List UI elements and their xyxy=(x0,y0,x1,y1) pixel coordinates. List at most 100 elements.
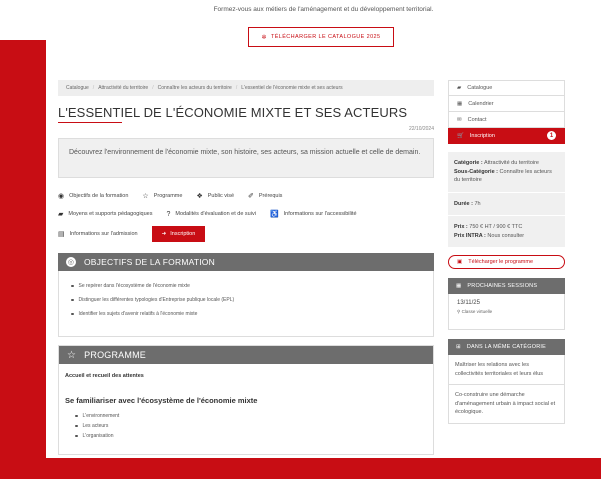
wheelchair-icon: ♿ xyxy=(269,211,279,218)
programme-item: Les acteurs xyxy=(82,423,109,429)
location-icon: ⚲ xyxy=(457,309,461,314)
duree-value: 7h xyxy=(474,200,481,207)
target-icon: ◉ xyxy=(58,193,65,200)
nav-label: Public visé xyxy=(207,193,235,199)
star-icon: ☆ xyxy=(142,193,149,200)
objectif-text: Distinguer les différentes typologies d'… xyxy=(78,297,235,303)
programme-item: L'organisation xyxy=(82,433,114,439)
same-category-list: Maîtriser les relations avec les collect… xyxy=(448,355,565,424)
nav-label: Moyens et supports pédagogiques xyxy=(68,211,153,217)
prix-value: 750 € HT / 900 € TTC xyxy=(469,224,523,230)
objectifs-section: ◎ OBJECTIFS DE LA FORMATION Se repérer d… xyxy=(58,253,434,337)
nav-label: Informations sur l'admission xyxy=(69,231,138,237)
objectif-text: Identifier les sujets d'avenir relatifs … xyxy=(78,311,198,317)
breadcrumb-item[interactable]: Catalogue xyxy=(66,85,89,91)
inscription-label: Inscription xyxy=(170,231,196,237)
title-underline xyxy=(58,122,122,123)
nav-label: Objectifs de la formation xyxy=(69,193,129,199)
sidebar-item-label: Inscription xyxy=(469,132,495,139)
plus-square-icon: ⊞ xyxy=(456,344,461,350)
sidebar-item-label: Calendrier xyxy=(468,100,494,107)
nav-public[interactable]: ❖ Public visé xyxy=(196,192,234,200)
sidebar-item-inscription[interactable]: 🛒 Inscription 1 xyxy=(448,128,565,144)
programme-header: ☆ PROGRAMME xyxy=(59,346,433,364)
objectifs-body: Se repérer dans l'écosystème de l'économ… xyxy=(58,271,434,337)
red-frame-left xyxy=(0,40,46,460)
programme-section: ☆ PROGRAMME Accueil et recueil des atten… xyxy=(58,345,434,455)
nav-label: Modalités d'évaluation et de suivi xyxy=(175,211,256,217)
page-title: L'ESSENTIEL DE L'ÉCONOMIE MIXTE ET SES A… xyxy=(58,105,408,120)
breadcrumb-item[interactable]: Attractivité du territoire xyxy=(98,85,148,91)
categorie-label: Catégorie : xyxy=(454,160,483,166)
list-item[interactable]: Co-construire une démarche d'aménagement… xyxy=(449,385,564,423)
mail-icon: ✉ xyxy=(457,116,462,123)
book-icon: ▰ xyxy=(58,211,64,218)
nav-label: Informations sur l'accessibilité xyxy=(283,211,357,217)
cart-icon: 🛒 xyxy=(457,132,464,139)
objectif-text: Se repérer dans l'écosystème de l'économ… xyxy=(78,283,190,289)
same-category-header: ⊞ DANS LA MÊME CATÉGORIE xyxy=(448,339,565,355)
nav-programme[interactable]: ☆ Programme xyxy=(142,192,182,200)
cart-count-badge: 1 xyxy=(547,131,556,140)
nav-moyens[interactable]: ▰ Moyens et supports pédagogiques xyxy=(58,210,152,218)
souscategorie-label: Sous-Catégorie : xyxy=(454,168,499,175)
session-date: 13/11/25 xyxy=(457,300,480,306)
red-frame-bottom xyxy=(0,458,601,479)
sidebar: ▰ Catalogue ▦ Calendrier ✉ Contact 🛒 Inscrip… xyxy=(448,80,565,424)
star-icon: ☆ xyxy=(67,349,77,361)
pencil-icon: ✐ xyxy=(248,193,254,200)
nav-objectifs[interactable]: ◉ Objectifs de la formation xyxy=(58,192,128,200)
list-item: L'organisation xyxy=(75,431,427,441)
nav-prerequis[interactable]: ✐ Prérequis xyxy=(248,192,282,200)
prix-intra-label: Prix INTRA : xyxy=(454,232,486,239)
sidebar-item-catalogue[interactable]: ▰ Catalogue xyxy=(448,80,565,96)
breadcrumb-current: L'essentiel de l'économie mixte et ses a… xyxy=(241,85,343,91)
sidebar-item-label: Catalogue xyxy=(467,85,493,91)
programme-heading: Se familiariser avec l'écosystème de l'é… xyxy=(65,396,258,405)
breadcrumb-item[interactable]: Connaître les acteurs du territoire xyxy=(158,85,232,91)
list-item[interactable]: Maîtriser les relations avec les collect… xyxy=(449,355,564,385)
inscription-button[interactable]: ➜ Inscription xyxy=(151,226,206,242)
book-icon: ▰ xyxy=(457,85,462,91)
objectifs-title: OBJECTIFS DE LA FORMATION xyxy=(84,257,215,267)
download-programme-label: Télécharger le programme xyxy=(468,259,534,265)
download-catalogue-label: TÉLÉCHARGER LE CATALOGUE 2025 xyxy=(270,34,381,40)
list-item: Identifier les sujets d'avenir relatifs … xyxy=(71,307,421,321)
list-item: Se repérer dans l'écosystème de l'économ… xyxy=(71,279,421,293)
sign-in-icon: ➜ xyxy=(161,231,167,237)
list-item: L'environnement xyxy=(75,411,427,421)
nav-label: Prérequis xyxy=(258,193,283,199)
download-programme-button[interactable]: ▣ Télécharger le programme xyxy=(448,255,565,269)
intro-text: Découvrez l'environnement de l'économie … xyxy=(58,138,434,178)
sidebar-item-calendrier[interactable]: ▦ Calendrier xyxy=(448,96,565,112)
session-place: Classe virtuelle xyxy=(461,309,493,314)
list-item: Distinguer les différentes typologies d'… xyxy=(71,293,421,307)
nav-label: Programme xyxy=(153,193,183,199)
gear-icon: ✲ xyxy=(261,34,267,41)
programme-title: PROGRAMME xyxy=(84,350,146,360)
prix-label: Prix : xyxy=(454,224,468,230)
sessions-header: ▦ PROCHAINES SESSIONS xyxy=(448,278,565,294)
calendar-icon: ▦ xyxy=(456,283,462,289)
programme-item: L'environnement xyxy=(82,413,120,419)
breadcrumb: Catalogue / Attractivité du territoire / C… xyxy=(58,80,434,96)
publish-date: 22/10/2024 xyxy=(408,126,434,132)
list-item: Les acteurs xyxy=(75,421,427,431)
promo-text: Formez-vous aux métiers de l'aménagement… xyxy=(213,6,434,13)
nav-admission[interactable]: ▤ Informations sur l'admission xyxy=(58,230,138,238)
nav-accessibilite[interactable]: ♿ Informations sur l'accessibilité xyxy=(270,210,357,218)
section-nav: ◉ Objectifs de la formation ☆ Programme ❖ P… xyxy=(58,187,434,245)
prix-intra-value: Nous consulter xyxy=(487,232,525,239)
session-item[interactable]: 13/11/25 ⚲ Classe virtuelle xyxy=(448,294,565,330)
objectifs-header: ◎ OBJECTIFS DE LA FORMATION xyxy=(58,253,434,271)
sidebar-item-contact[interactable]: ✉ Contact xyxy=(448,112,565,128)
sidebar-menu: ▰ Catalogue ▦ Calendrier ✉ Contact 🛒 Inscrip… xyxy=(448,80,565,144)
sidebar-item-label: Contact xyxy=(467,116,487,123)
nav-modalites[interactable]: ? Modalités d'évaluation et de suivi xyxy=(166,211,255,218)
document-icon: ▤ xyxy=(58,231,65,238)
download-catalogue-button[interactable]: ✲ TÉLÉCHARGER LE CATALOGUE 2025 xyxy=(248,27,394,47)
calendar-icon: ▦ xyxy=(457,100,463,107)
sessions-title: PROCHAINES SESSIONS xyxy=(467,283,538,289)
duree-label: Durée : xyxy=(454,200,473,207)
pdf-icon: ▣ xyxy=(457,259,463,265)
